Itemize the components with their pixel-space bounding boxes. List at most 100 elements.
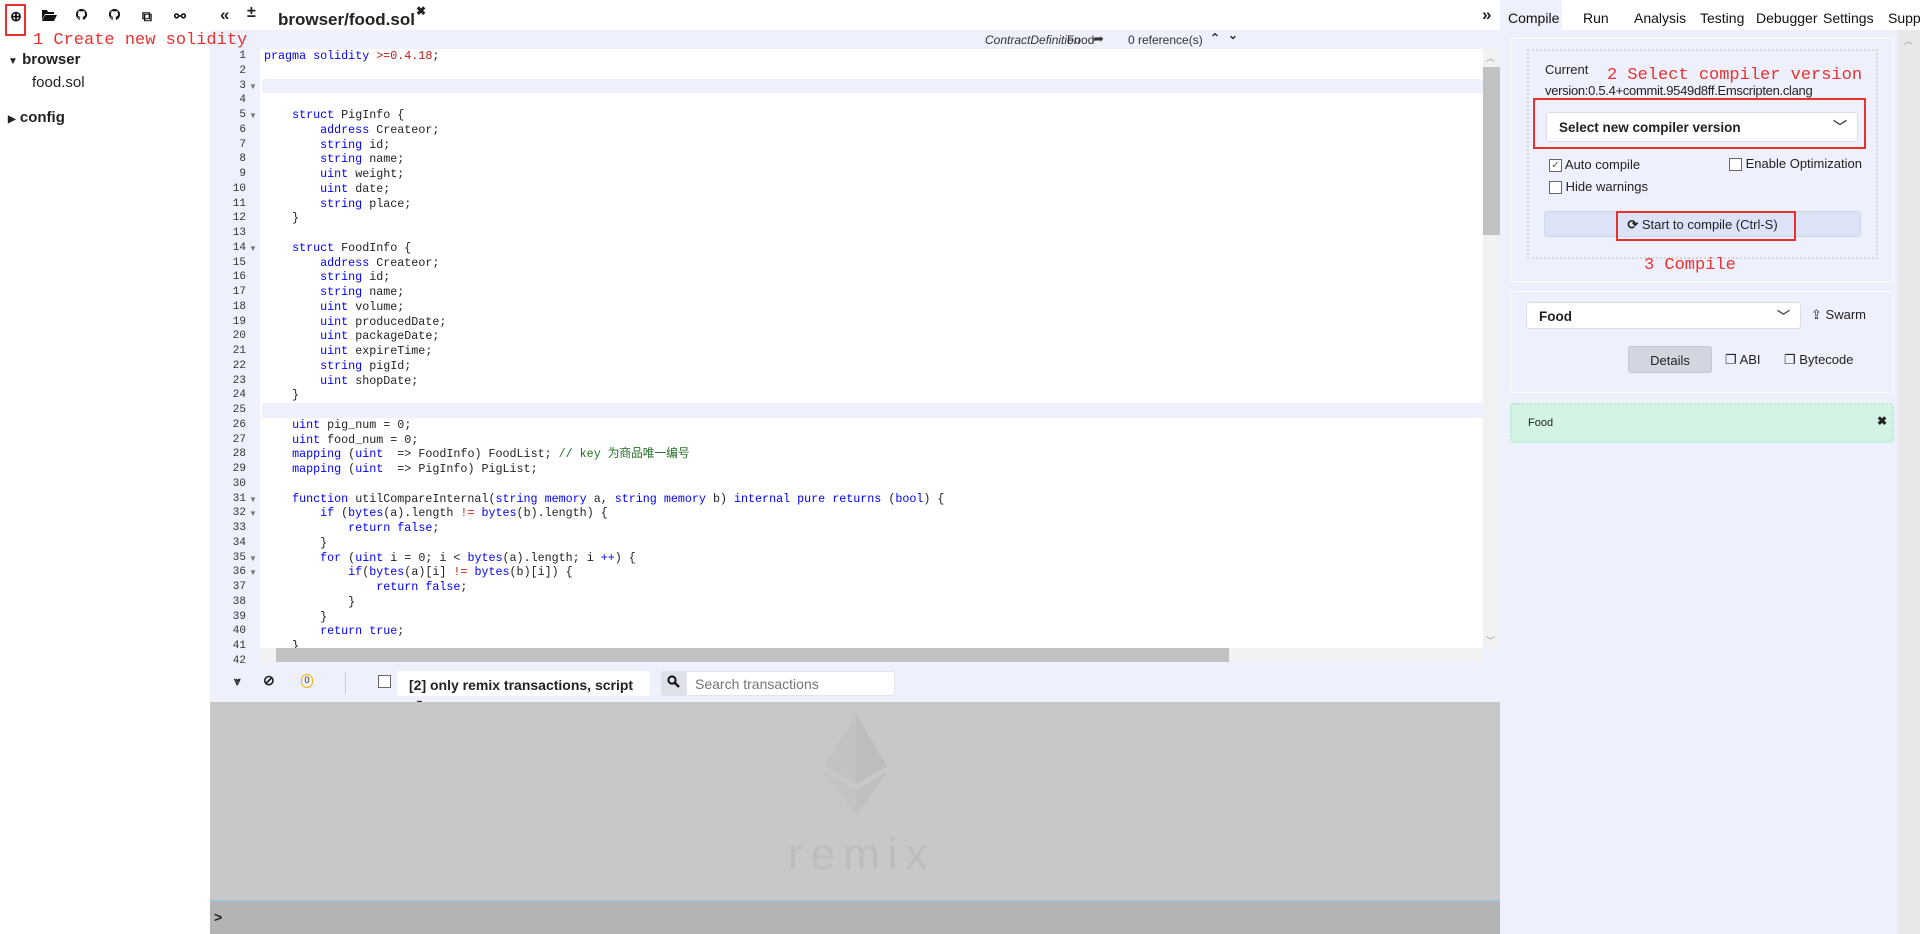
active-line-highlight <box>262 78 1483 94</box>
tab-compile[interactable]: Compile <box>1508 10 1559 26</box>
line-number: 38 <box>232 595 246 608</box>
copy-icon: ❐ <box>1784 352 1796 367</box>
code-area[interactable]: pragma solidity >=0.4.18;contract Food {… <box>260 49 1483 653</box>
prompt-icon: > <box>214 909 223 925</box>
folder-open-icon[interactable] <box>40 8 58 24</box>
panel-scrollbar[interactable]: ︿ <box>1898 30 1920 934</box>
tab-debugger[interactable]: Debugger <box>1756 10 1818 26</box>
line-number: 18 <box>232 300 246 313</box>
file-food-sol[interactable]: food.sol <box>32 74 85 91</box>
caret-right-icon: ▶ <box>8 114 16 125</box>
previous-reference-icon[interactable]: ⌃ <box>1210 31 1220 45</box>
code-line: string name; <box>320 152 405 167</box>
tab-run[interactable]: Run <box>1583 10 1609 26</box>
code-line: mapping (uint => PigInfo) PigList; <box>292 462 538 476</box>
tab-settings[interactable]: Settings <box>1823 10 1874 26</box>
fold-toggle-icon[interactable]: ▼ <box>249 509 257 518</box>
compiler-version: version:0.5.4+commit.9549d8ff.Emscripten… <box>1545 83 1813 98</box>
terminal-input[interactable]: > <box>210 900 1500 934</box>
line-number: 5 <box>239 109 246 121</box>
code-line: uint food_num = 0; <box>292 432 419 447</box>
code-line: } <box>264 211 300 226</box>
tab-support[interactable]: Support <box>1888 10 1920 26</box>
auto-compile-checkbox[interactable]: ✓ Auto compile <box>1549 157 1640 173</box>
upload-icon: ⇪ <box>1811 307 1822 322</box>
folder-config[interactable]: ▶ config <box>8 109 65 126</box>
tab-testing[interactable]: Testing <box>1700 10 1744 26</box>
code-line: uint volume; <box>320 299 405 314</box>
code-line: for (uint i = 0; i < bytes(a).length; i … <box>320 550 636 565</box>
code-line: string name; <box>320 285 405 299</box>
enable-optimization-checkbox[interactable]: Enable Optimization <box>1729 156 1862 172</box>
editor-tab-bar: « ± browser/food.sol ✖ » <box>210 0 1500 30</box>
listen-network-checkbox[interactable] <box>378 675 391 688</box>
terminal-toolbar: ⩔ ⊘ 0 [2] only remix transactions, scrip… <box>210 663 1500 708</box>
code-line: uint packageDate; <box>320 329 440 344</box>
ethereum-logo-icon <box>825 714 887 816</box>
code-line: return true; <box>320 624 405 639</box>
line-number: 40 <box>232 625 246 638</box>
annotation-step3: 3 Compile <box>1644 256 1736 275</box>
copy-icon: ❐ <box>1725 352 1737 367</box>
fold-toggle-icon[interactable]: ▼ <box>249 82 257 91</box>
details-button[interactable]: Details <box>1628 346 1712 373</box>
zoom-button[interactable]: ± <box>247 4 256 22</box>
line-number: 9 <box>239 168 246 180</box>
next-reference-icon[interactable]: ⌄ <box>1228 28 1238 42</box>
fold-toggle-icon[interactable]: ▼ <box>249 244 257 253</box>
bytecode-button[interactable]: ❐ Bytecode <box>1784 352 1853 368</box>
folder-browser[interactable]: ▼ browser <box>8 51 80 68</box>
line-number: 26 <box>232 418 246 431</box>
transaction-filter-select[interactable]: [2] only remix transactions, script ▼ <box>397 671 650 708</box>
line-number: 36 <box>232 566 246 579</box>
tab-analysis[interactable]: Analysis <box>1634 10 1686 26</box>
caret-down-icon: ▼ <box>8 56 18 67</box>
hide-warnings-checkbox[interactable]: Hide warnings <box>1549 179 1648 195</box>
github-gist-icon[interactable] <box>105 8 123 24</box>
code-line: function utilCompareInternal(string memo… <box>292 491 945 506</box>
fold-toggle-icon[interactable]: ▼ <box>249 495 257 504</box>
fold-toggle-icon[interactable]: ▼ <box>249 111 257 120</box>
context-name: Food <box>1067 33 1095 47</box>
fold-toggle-icon[interactable]: ▼ <box>249 568 257 577</box>
tab-food-sol[interactable]: browser/food.sol ✖ <box>269 0 429 30</box>
search-transactions-input[interactable] <box>686 671 895 696</box>
github-icon[interactable] <box>72 8 90 24</box>
copy-icon[interactable]: ⧉ <box>138 8 156 25</box>
terminal-output: remix <box>210 702 1500 900</box>
line-number: 10 <box>232 182 246 195</box>
editor-vertical-scrollbar[interactable]: ︿ ﹀ <box>1483 49 1500 648</box>
line-number: 30 <box>232 477 246 490</box>
file-explorer: ⊕ ⧉ ⚯ ▼ browser food.sol ▶ config <box>0 0 210 934</box>
line-number: 4 <box>239 94 246 107</box>
abi-button[interactable]: ❐ ABI <box>1725 352 1761 368</box>
scroll-thumb[interactable] <box>1483 67 1500 235</box>
line-number: 1 <box>239 50 246 62</box>
code-line: uint weight; <box>320 167 405 181</box>
minimize-terminal-icon[interactable]: ⩔ <box>234 674 241 689</box>
code-line: struct FoodInfo { <box>292 240 412 255</box>
line-number: 35 <box>232 551 246 564</box>
goto-definition-icon[interactable]: ➦ <box>1093 31 1104 47</box>
expand-panel-button[interactable]: » <box>1482 5 1491 25</box>
code-line: return false; <box>376 580 468 594</box>
contract-select[interactable]: Food ﹀ <box>1526 302 1801 329</box>
line-number: 28 <box>232 448 246 461</box>
close-icon[interactable]: ✖ <box>416 4 426 18</box>
link-icon[interactable]: ⚯ <box>171 8 189 25</box>
code-editor[interactable]: 1 2 3 ▼ 4 5 ▼ 6 7 8 9 10 11 12 13 14 ▼ 15 16 17 18 19 20 21 22 23… <box>210 49 1500 663</box>
fold-toggle-icon[interactable]: ▼ <box>249 554 257 563</box>
swarm-button[interactable]: ⇪ Swarm <box>1811 307 1866 323</box>
clear-console-icon[interactable]: ⊘ <box>263 672 275 689</box>
line-number: 19 <box>232 315 246 328</box>
context-bar: ContractDefinition Food ➦ 0 reference(s)… <box>210 28 1500 49</box>
line-number: 12 <box>232 212 246 225</box>
editor-horizontal-scrollbar[interactable] <box>262 648 1483 662</box>
code-line: } <box>264 609 328 624</box>
scroll-thumb[interactable] <box>276 648 1229 662</box>
close-icon[interactable]: ✖ <box>1877 414 1887 428</box>
line-number: 13 <box>232 227 246 239</box>
collapse-panel-button[interactable]: « <box>220 5 229 25</box>
line-number: 20 <box>232 330 246 343</box>
line-number: 29 <box>232 463 246 475</box>
